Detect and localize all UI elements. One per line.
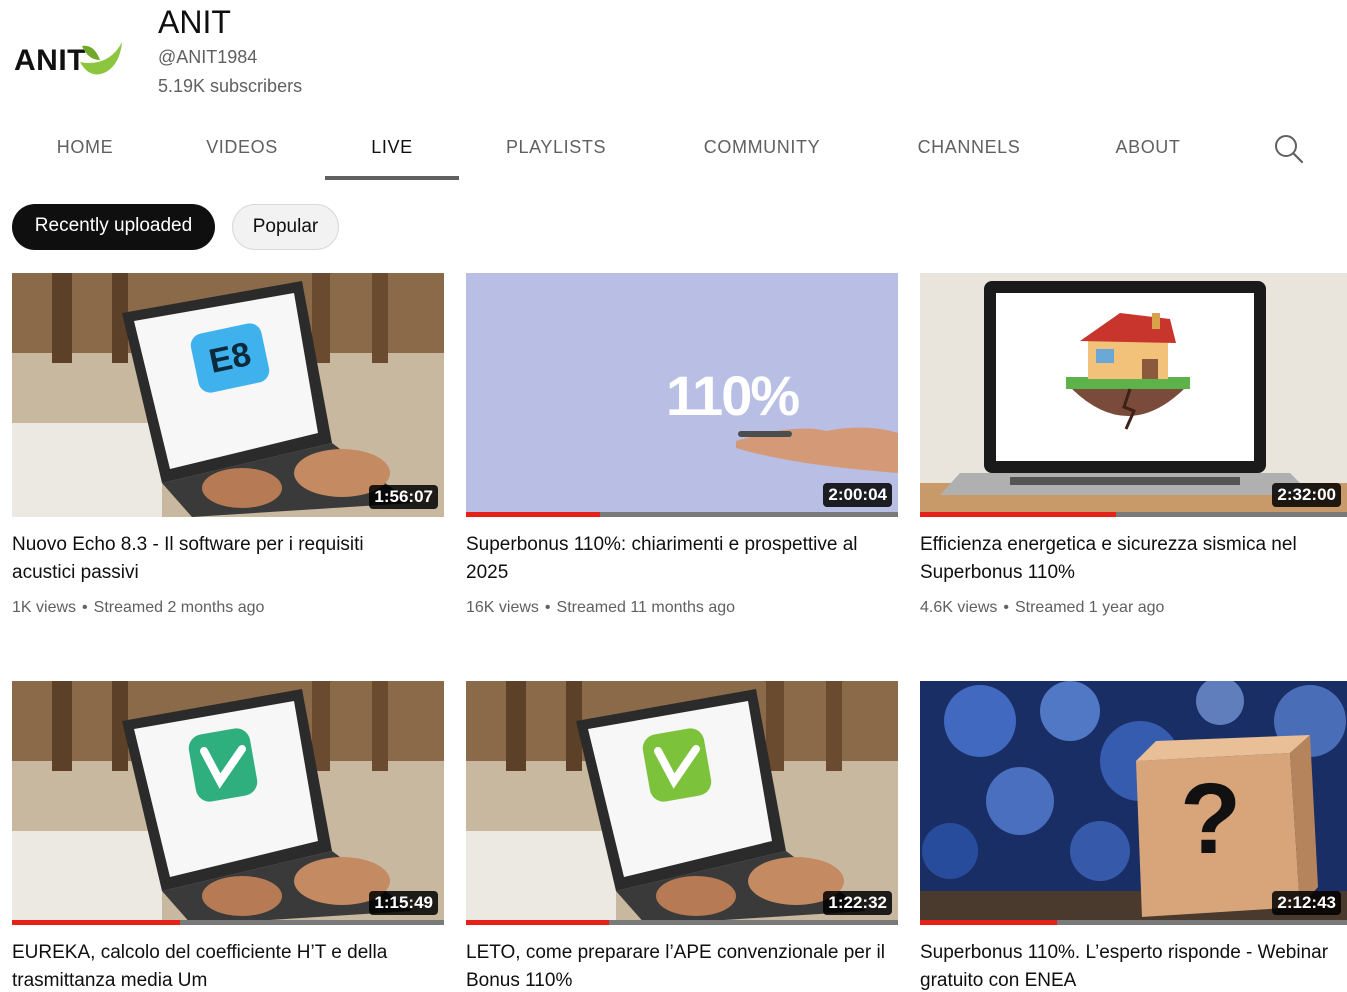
chip-popular[interactable]: Popular [232, 204, 339, 250]
watch-progress-fill [466, 920, 609, 925]
active-tab-indicator [325, 176, 459, 180]
video-title[interactable]: LETO, come preparare l’APE convenzionale… [466, 939, 886, 992]
view-count: 4.6K views [920, 599, 998, 616]
stream-date: Streamed 11 months ago [556, 599, 736, 616]
search-icon[interactable] [1272, 132, 1306, 166]
watch-progress-track [920, 920, 1347, 925]
video-duration: 1:15:49 [369, 891, 438, 915]
subscriber-count: 5.19K subscribers [158, 76, 303, 96]
tab-community[interactable]: COMMUNITY [686, 118, 838, 180]
eureka-app-icon [188, 728, 258, 802]
leto-app-icon [642, 728, 712, 802]
channel-header: ANIT ANIT @ANIT1984 5.19K subscribers [0, 0, 1347, 110]
view-count: 16K views [466, 599, 539, 616]
leaf-icon [80, 42, 122, 75]
video-duration: 1:56:07 [369, 485, 438, 509]
tab-live[interactable]: LIVE [325, 118, 459, 180]
channel-tabs: HOME VIDEOS LIVE PLAYLISTS COMMUNITY CHA… [0, 118, 1347, 182]
video-thumbnail[interactable]: ? 2:12:43 [920, 681, 1347, 925]
watch-progress-track [466, 512, 898, 517]
video-meta: 16K views • Streamed 11 months ago [466, 599, 735, 617]
tab-channels[interactable]: CHANNELS [900, 118, 1038, 180]
video-duration: 1:22:32 [823, 891, 892, 915]
meta-separator: • [1003, 599, 1009, 616]
watch-progress-fill [466, 512, 600, 517]
video-title[interactable]: Superbonus 110%: chiarimenti e prospetti… [466, 531, 886, 587]
tab-about[interactable]: ABOUT [1100, 118, 1196, 180]
video-title[interactable]: Efficienza energetica e sicurezza sismic… [920, 531, 1340, 587]
chip-recently-uploaded[interactable]: Recently uploaded [12, 204, 215, 250]
video-meta: 1K views • Streamed 2 months ago [12, 599, 264, 617]
watch-progress-fill [920, 512, 1117, 517]
watch-progress-fill [12, 920, 181, 925]
thumbnail-headline: 110% [666, 364, 800, 427]
view-count: 1K views [12, 599, 77, 616]
tab-home[interactable]: HOME [40, 118, 130, 180]
video-thumbnail[interactable]: 1:22:32 [466, 681, 898, 925]
watch-progress-track [920, 512, 1347, 517]
video-meta: 4.6K views • Streamed 1 year ago [920, 599, 1164, 617]
tab-playlists[interactable]: PLAYLISTS [490, 118, 622, 180]
video-duration: 2:32:00 [1272, 483, 1341, 507]
video-thumbnail[interactable]: 1:15:49 [12, 681, 444, 925]
video-duration: 2:00:04 [823, 483, 892, 507]
stream-date: Streamed 2 months ago [93, 599, 265, 616]
video-thumbnail[interactable]: 2:32:00 [920, 273, 1347, 517]
watch-progress-fill [920, 920, 1057, 925]
video-thumbnail[interactable]: E8 1:56:07 [12, 273, 444, 517]
channel-handle: @ANIT1984 [158, 47, 258, 67]
video-title[interactable]: EUREKA, calcolo del coefficiente H’T e d… [12, 939, 432, 992]
meta-separator: • [544, 599, 551, 616]
stream-date: Streamed 1 year ago [1014, 599, 1165, 616]
video-title[interactable]: Superbonus 110%. L’esperto risponde - We… [920, 939, 1340, 992]
video-duration: 2:12:43 [1272, 891, 1341, 915]
meta-separator: • [82, 599, 88, 616]
video-title[interactable]: Nuovo Echo 8.3 - Il software per i requi… [12, 531, 432, 587]
channel-logo[interactable]: ANIT [12, 30, 130, 90]
tab-videos[interactable]: VIDEOS [192, 118, 292, 180]
video-thumbnail[interactable]: 110% 2:00:04 [466, 273, 898, 517]
watch-progress-track [12, 920, 444, 925]
channel-name: ANIT [158, 4, 231, 40]
watch-progress-track [466, 920, 898, 925]
thumbnail-headline: ? [1180, 763, 1242, 875]
